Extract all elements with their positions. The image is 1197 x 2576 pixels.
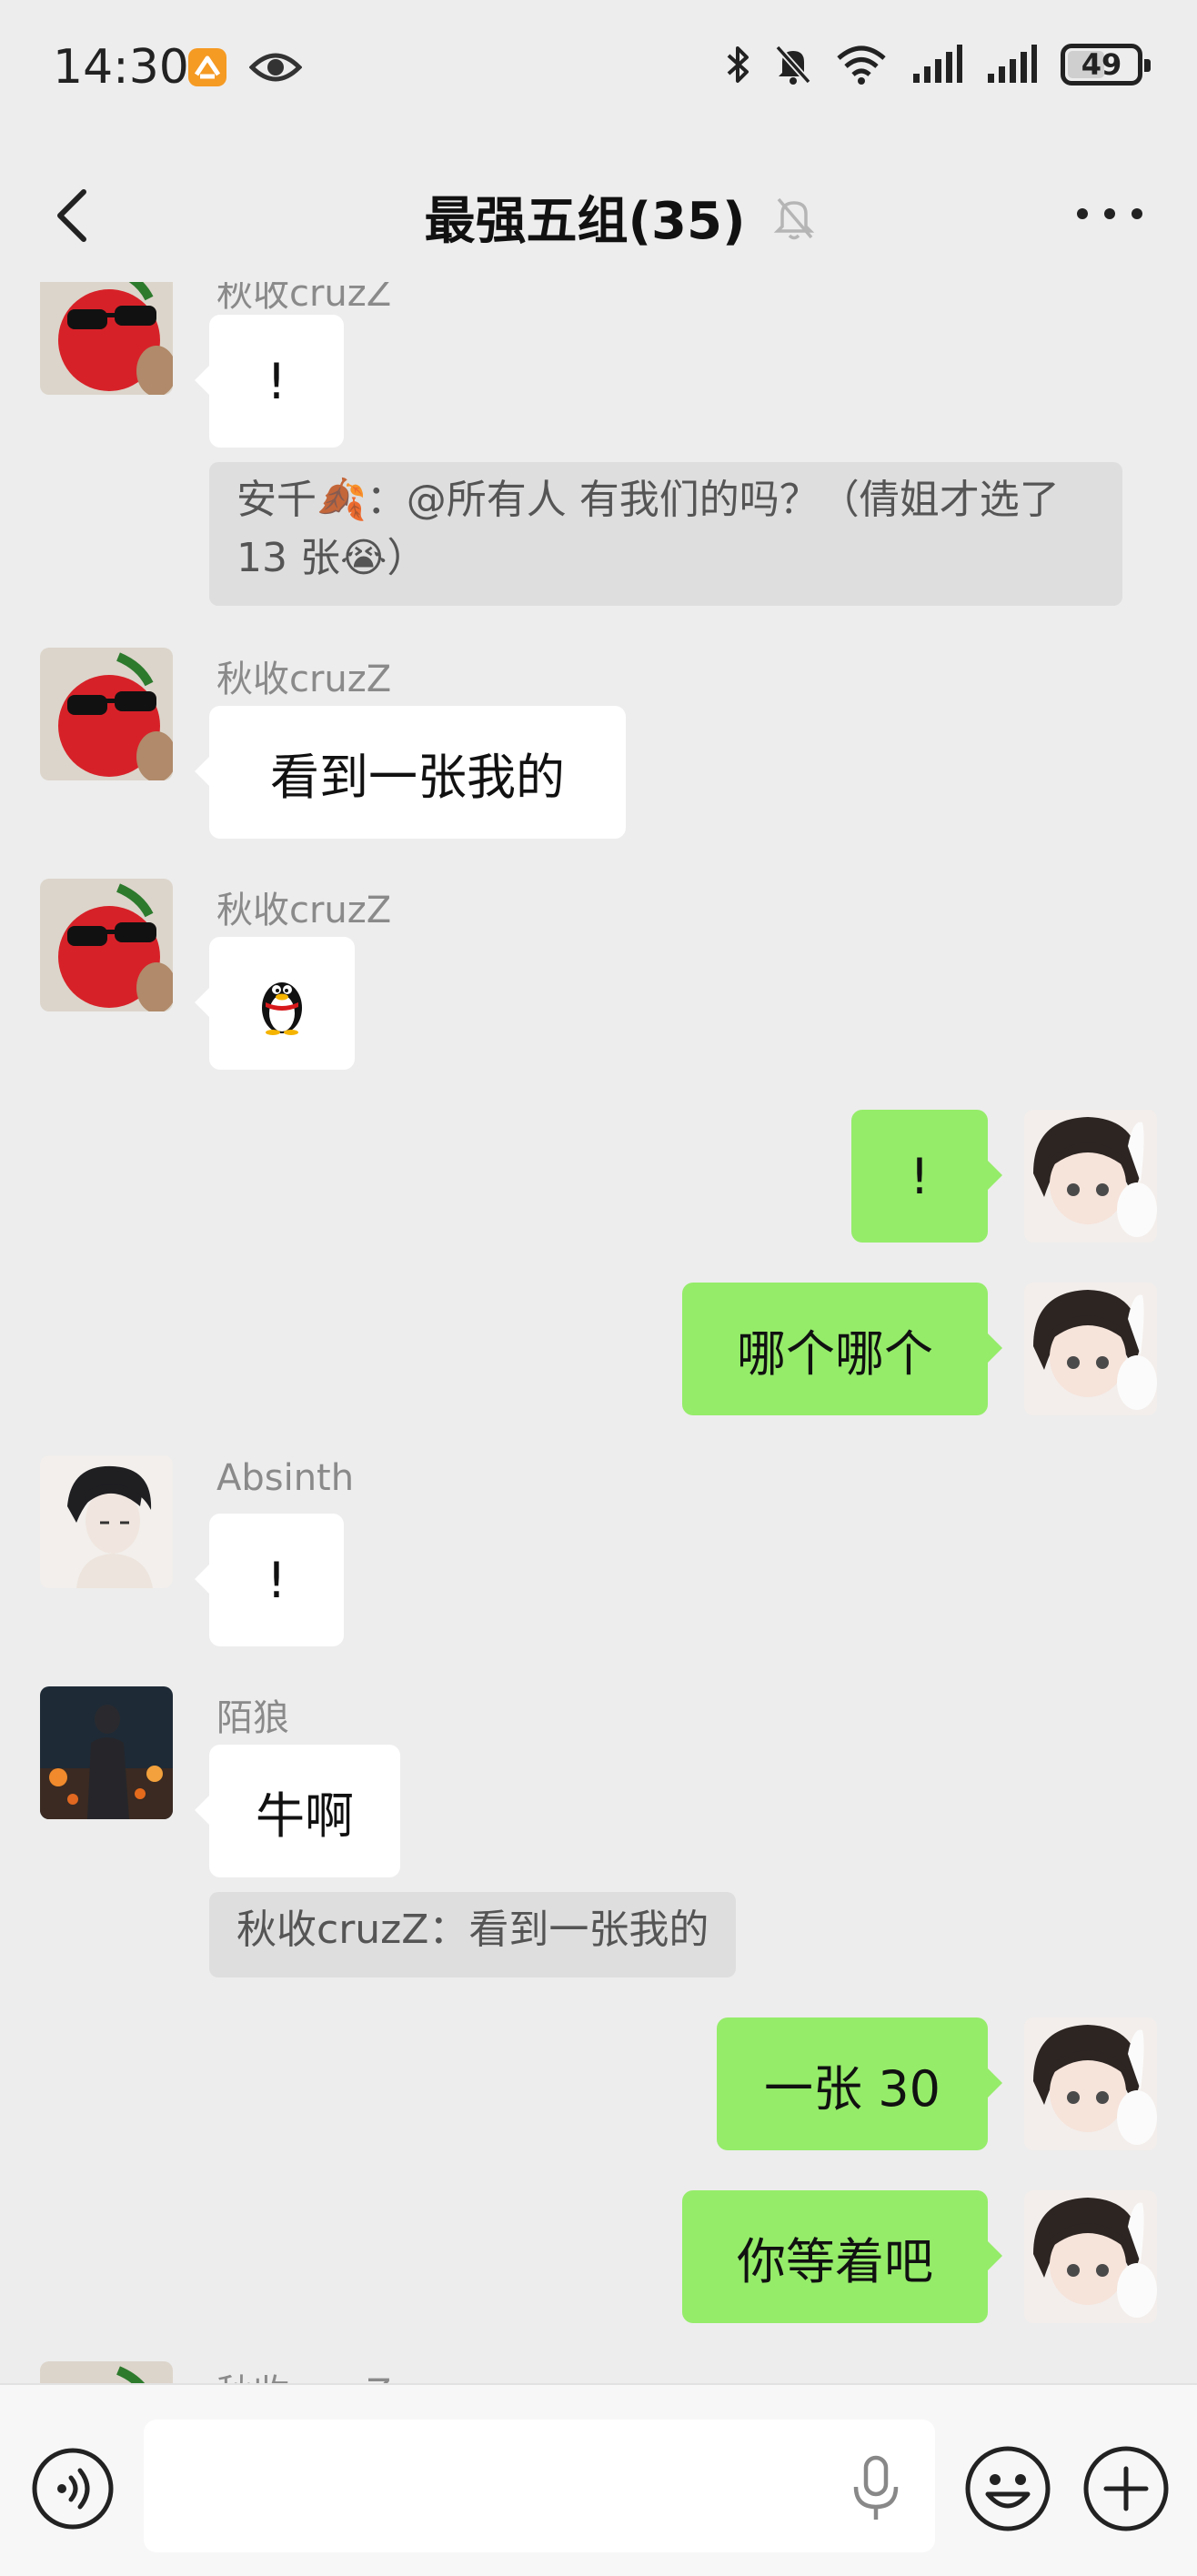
plus-icon[interactable] — [1082, 2445, 1170, 2532]
app-notification-icon — [188, 48, 226, 86]
input-bar — [0, 2383, 1197, 2576]
chat-header: 最强五组(35) — [0, 146, 1197, 282]
message-bubble-outgoing[interactable]: 一张 30 — [717, 2018, 1002, 2150]
sticker-bubble[interactable] — [195, 937, 355, 1070]
avatar-self[interactable] — [1024, 2190, 1157, 2323]
wifi-icon — [837, 45, 886, 85]
avatar[interactable] — [40, 648, 173, 780]
message-bubble-outgoing[interactable]: 你等着吧 — [682, 2190, 1002, 2323]
avatar[interactable] — [40, 282, 173, 395]
sender-name: 秋收cruzZ — [216, 659, 392, 700]
more-icon[interactable] — [1075, 200, 1144, 227]
chat-title: 最强五组(35) — [424, 192, 746, 251]
message-bubble[interactable]: ! — [195, 1514, 344, 1646]
status-bar: 14:30 49 — [0, 0, 1197, 146]
sender-name: 秋收cruzZ — [216, 890, 392, 931]
signal-icon — [913, 45, 962, 83]
avatar[interactable] — [40, 1686, 173, 1819]
quoted-message[interactable]: 秋收cruzZ：看到一张我的 — [209, 1892, 737, 1977]
avatar[interactable] — [40, 2361, 173, 2383]
mic-icon[interactable] — [844, 2454, 908, 2523]
message-bubble[interactable]: 牛啊 — [195, 1745, 400, 1877]
quoted-message[interactable]: 安千🍂：@所有人 有我们的吗？（倩姐才选了 13 张😭） — [209, 462, 1122, 606]
mute-bell-icon — [775, 45, 811, 85]
sender-name: 秋收cruzZ — [216, 2363, 391, 2383]
message-input[interactable] — [144, 2420, 935, 2552]
muted-bell-icon — [773, 197, 814, 239]
status-time: 14:30 — [53, 40, 189, 95]
battery-indicator: 49 — [1061, 44, 1151, 86]
bluetooth-icon — [727, 46, 749, 83]
message-bubble[interactable]: ! — [195, 315, 344, 448]
eye-icon — [249, 53, 302, 82]
avatar-self[interactable] — [1024, 1110, 1157, 1243]
sender-name: 陌狼 — [216, 1697, 289, 1739]
sender-name: 秋收cruzZ — [216, 282, 392, 315]
sender-name: Absinth — [216, 1457, 355, 1499]
penguin-emoji-icon — [262, 982, 302, 1035]
message-bubble-outgoing[interactable]: ! — [851, 1110, 1002, 1243]
avatar[interactable] — [40, 879, 173, 1011]
message-bubble[interactable]: 看到一张我的 — [195, 706, 626, 839]
avatar[interactable] — [40, 1455, 173, 1588]
voice-icon[interactable] — [31, 2447, 115, 2531]
message-bubble-outgoing[interactable]: 哪个哪个 — [682, 1283, 1002, 1415]
avatar-self[interactable] — [1024, 1283, 1157, 1415]
message-list[interactable]: 秋收cruzZ ! 安千🍂：@所有人 有我们的吗？（倩姐才选了 13 张😭） 秋… — [0, 282, 1197, 2383]
emoji-icon[interactable] — [964, 2445, 1051, 2532]
signal-icon — [988, 45, 1037, 83]
avatar-self[interactable] — [1024, 2018, 1157, 2150]
battery-level: 49 — [1081, 47, 1122, 82]
